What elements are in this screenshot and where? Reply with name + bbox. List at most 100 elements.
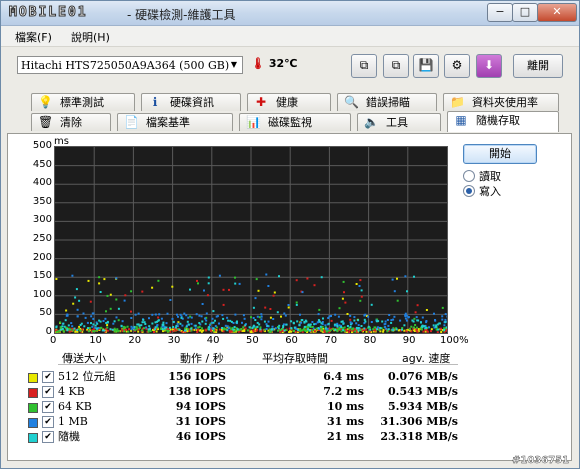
tab-random-access[interactable]: ▦ 隨機存取 [447,111,559,132]
tab-error-scan[interactable]: 🔍 錯誤掃瞄 [337,93,437,111]
update-button[interactable]: ⬇ [476,54,502,78]
scatter-point [137,312,140,315]
row-access-time: 6.4 ms [323,370,364,383]
scatter-point [122,327,125,330]
scatter-point [307,328,309,331]
tab-erase[interactable]: 🗑 清除 [31,113,111,131]
scatter-point [388,314,391,316]
scatter-point [412,326,415,329]
scatter-point [255,278,258,281]
scatter-point [211,317,214,320]
scatter-point [185,325,188,328]
copy-text-button[interactable]: ⧉ [351,54,377,78]
scatter-point [254,319,257,321]
scatter-point [386,319,389,321]
x-tick-label: 50 [246,335,259,346]
scatter-point [417,328,420,331]
copy-image-button[interactable]: ⧉ [383,54,409,78]
scatter-point [124,326,127,329]
scatter-point [425,320,428,322]
row-access-time: 7.2 ms [323,385,364,398]
scatter-point [355,283,358,285]
minimize-button[interactable]: − [487,3,513,22]
scatter-point [190,329,193,332]
scatter-point [61,325,64,328]
scatter-point [416,319,419,322]
scatter-point [226,329,229,332]
read-option[interactable]: 讀取 [463,170,543,184]
scatter-point [360,295,363,298]
tab-tools[interactable]: 🔈 工具 [357,113,441,131]
scatter-point [374,329,377,332]
menu-help[interactable]: 說明(H) [71,29,110,45]
scatter-point [379,327,382,329]
scatter-point [130,317,133,319]
scatter-point [61,328,64,330]
scatter-point [260,315,263,318]
scatter-point [404,312,407,315]
scatter-point [406,290,408,293]
menu-file[interactable]: 檔案(F) [15,29,52,45]
series-checkbox[interactable]: ✔ [42,371,54,383]
scatter-point [133,325,136,328]
scatter-point [336,322,339,325]
scatter-point [344,301,347,304]
scatter-point [340,320,343,323]
copy-image-icon: ⧉ [391,58,401,72]
scatter-point [234,276,236,279]
scatter-point [73,327,76,330]
scatter-point [308,324,311,327]
scatter-point [320,327,323,330]
exit-button[interactable]: 離開 [513,54,563,78]
tab-file-benchmark[interactable]: 📄 檔案基準 [117,113,233,131]
series-checkbox[interactable]: ✔ [42,386,54,398]
scatter-point [405,314,408,317]
tab-benchmark[interactable]: 💡 標準測試 [31,93,135,111]
scatter-point [158,313,161,316]
scatter-point [71,274,74,277]
series-checkbox[interactable]: ✔ [42,416,54,428]
drive-select-value: Hitachi HTS725050A9A364 (500 GB) [21,59,230,72]
scatter-point [96,322,99,325]
scatter-point [72,302,75,305]
write-option[interactable]: 寫入 [463,185,543,199]
scatter-point [205,312,208,315]
scatter-point [143,327,145,330]
scatter-point [359,279,362,282]
tab-health[interactable]: ✚ 健康 [247,93,331,111]
tab-folder-usage[interactable]: 📁 資料夾使用率 [443,93,559,111]
scatter-point [266,324,269,327]
row-iops: 138 IOPS [168,385,226,398]
scatter-point [109,307,112,310]
save-button[interactable]: 💾 [413,54,439,78]
scatter-point [207,282,210,285]
start-button[interactable]: 開始 [463,144,537,164]
scatter-point [79,324,82,326]
maximize-button[interactable]: □ [512,3,538,22]
scatter-point [322,317,324,320]
scatter-point [203,289,205,292]
drive-select[interactable]: Hitachi HTS725050A9A364 (500 GB) ▼ [17,56,243,74]
scatter-point [238,282,241,285]
scatter-point [71,325,74,328]
options-button[interactable]: ⚙ [444,54,470,78]
series-checkbox[interactable]: ✔ [42,431,54,443]
tab-disk-info[interactable]: ℹ 硬碟資訊 [141,93,241,111]
x-tick-label: 10 [89,335,102,346]
series-checkbox[interactable]: ✔ [42,401,54,413]
scatter-point [432,324,435,327]
close-button[interactable]: ✕ [537,3,577,22]
y-tick-label: 450 [32,158,52,170]
scatter-point [441,315,444,318]
scatter-point [317,327,320,329]
y-tick-label: 0 [45,326,52,337]
scatter-point [319,325,322,328]
scatter-point [360,325,363,327]
read-radio-dot[interactable] [463,170,475,182]
scatter-point [130,328,133,331]
scatter-point [277,329,279,332]
scatter-point [178,328,181,331]
write-radio-dot[interactable] [463,185,475,197]
scatter-point [63,325,66,328]
tab-disk-monitor[interactable]: 📊 磁碟監視 [239,113,351,131]
